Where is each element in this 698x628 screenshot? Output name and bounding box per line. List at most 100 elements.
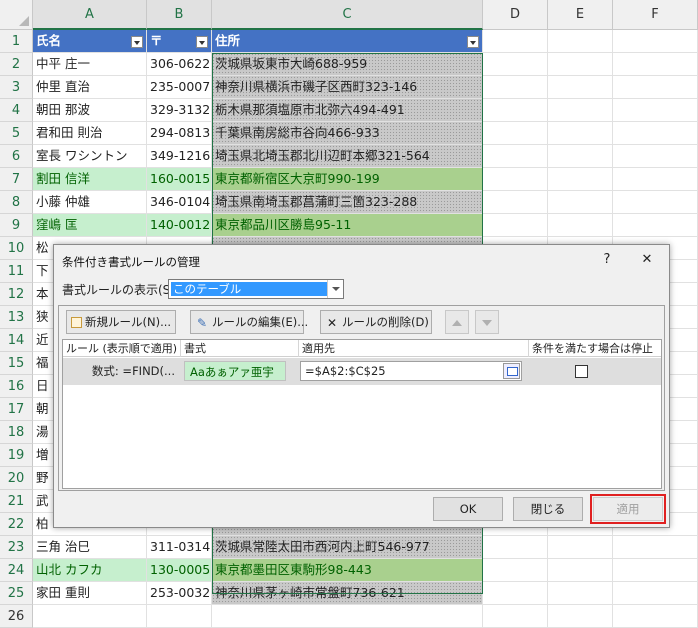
cell-a[interactable]: 三角 治巳 (33, 536, 147, 558)
cell-a[interactable]: 氏名 (33, 30, 147, 52)
cell-d[interactable] (483, 53, 548, 75)
move-down-button[interactable] (475, 310, 499, 334)
row-header[interactable]: 14 (0, 329, 33, 352)
filter-dropdown-icon[interactable] (131, 36, 143, 48)
cell-d[interactable] (483, 536, 548, 558)
column-header-f[interactable]: F (613, 0, 698, 30)
cell-a[interactable]: 家田 重則 (33, 582, 147, 604)
cell-c[interactable]: 茨城県坂東市大崎688-959 (212, 53, 483, 75)
cell-e[interactable] (548, 76, 613, 98)
cell-e[interactable] (548, 536, 613, 558)
cell-b[interactable]: 346-0104 (147, 191, 212, 213)
cell-e[interactable] (548, 559, 613, 581)
cell-b[interactable]: 235-0007 (147, 76, 212, 98)
cell-d[interactable] (483, 168, 548, 190)
edit-rule-button[interactable]: ✎ ルールの編集(E)... (190, 310, 308, 334)
row-header[interactable]: 6 (0, 145, 33, 168)
row-header[interactable]: 3 (0, 76, 33, 99)
cell-f[interactable] (613, 214, 698, 236)
close-button[interactable]: 閉じる (513, 497, 583, 521)
row-header[interactable]: 9 (0, 214, 33, 237)
column-header-e[interactable]: E (548, 0, 613, 30)
column-header-c[interactable]: C (212, 0, 483, 30)
rule-row[interactable]: 数式: =FIND(... Aaあぁアァ亜宇 =$A$2:$C$25 (63, 358, 661, 385)
cell-f[interactable] (613, 191, 698, 213)
cell-e[interactable] (548, 191, 613, 213)
cell-d[interactable] (483, 145, 548, 167)
cell-f[interactable] (613, 30, 698, 52)
cell-f[interactable] (613, 168, 698, 190)
cell-c[interactable]: 神奈川県横浜市磯子区西町323-146 (212, 76, 483, 98)
cell-e[interactable] (548, 145, 613, 167)
cell-b[interactable]: 306-0622 (147, 53, 212, 75)
row-header[interactable]: 19 (0, 444, 33, 467)
applies-to-input[interactable]: =$A$2:$C$25 (300, 361, 522, 381)
row-header[interactable]: 26 (0, 605, 33, 628)
cell-e[interactable] (548, 605, 613, 627)
cell-a[interactable] (33, 605, 147, 627)
cell-b[interactable]: 140-0012 (147, 214, 212, 236)
cell-e[interactable] (548, 214, 613, 236)
cell-a[interactable]: 中平 庄一 (33, 53, 147, 75)
cell-d[interactable] (483, 582, 548, 604)
cell-f[interactable] (613, 99, 698, 121)
move-up-button[interactable] (445, 310, 469, 334)
cell-b[interactable]: 329-3132 (147, 99, 212, 121)
cell-d[interactable] (483, 122, 548, 144)
cell-a[interactable]: 君和田 則治 (33, 122, 147, 144)
cell-e[interactable] (548, 99, 613, 121)
row-header[interactable]: 17 (0, 398, 33, 421)
help-button[interactable]: ? (592, 249, 622, 271)
cell-c[interactable]: 東京都品川区勝島95-11 (212, 214, 483, 236)
column-header-a[interactable]: A (33, 0, 147, 30)
cell-e[interactable] (548, 122, 613, 144)
row-header[interactable]: 5 (0, 122, 33, 145)
row-header[interactable]: 4 (0, 99, 33, 122)
cell-b[interactable]: 160-0015 (147, 168, 212, 190)
cell-b[interactable]: 130-0005 (147, 559, 212, 581)
row-header[interactable]: 18 (0, 421, 33, 444)
cell-e[interactable] (548, 168, 613, 190)
cell-b[interactable]: 311-0314 (147, 536, 212, 558)
cell-a[interactable]: 室長 ワシントン (33, 145, 147, 167)
cell-a[interactable]: 窪嶋 匡 (33, 214, 147, 236)
cell-f[interactable] (613, 536, 698, 558)
row-header[interactable]: 23 (0, 536, 33, 559)
cell-e[interactable] (548, 53, 613, 75)
row-header[interactable]: 16 (0, 375, 33, 398)
cell-d[interactable] (483, 30, 548, 52)
cell-f[interactable] (613, 559, 698, 581)
row-header[interactable]: 15 (0, 352, 33, 375)
row-header[interactable]: 24 (0, 559, 33, 582)
cell-f[interactable] (613, 122, 698, 144)
cell-f[interactable] (613, 582, 698, 604)
row-header[interactable]: 8 (0, 191, 33, 214)
cell-b[interactable]: 253-0032 (147, 582, 212, 604)
row-header[interactable]: 2 (0, 53, 33, 76)
cell-a[interactable]: 仲里 直治 (33, 76, 147, 98)
cell-c[interactable]: 東京都新宿区大京町990-199 (212, 168, 483, 190)
chevron-down-icon[interactable] (327, 280, 343, 298)
cell-c[interactable]: 千葉県南房総市谷向466-933 (212, 122, 483, 144)
range-picker-icon[interactable] (503, 363, 520, 379)
cell-c[interactable]: 埼玉県北埼玉郡北川辺町本郷321-564 (212, 145, 483, 167)
cell-c[interactable]: 東京都墨田区東駒形98-443 (212, 559, 483, 581)
cell-a[interactable]: 朝田 那波 (33, 99, 147, 121)
show-rules-dropdown[interactable]: このテーブル (168, 279, 344, 299)
cell-d[interactable] (483, 214, 548, 236)
cell-c[interactable]: 神奈川県茅ヶ崎市常盤町736-621 (212, 582, 483, 604)
cell-d[interactable] (483, 559, 548, 581)
cell-c[interactable] (212, 605, 483, 627)
ok-button[interactable]: OK (433, 497, 503, 521)
row-header[interactable]: 1 (0, 30, 33, 53)
cell-d[interactable] (483, 605, 548, 627)
cell-c[interactable]: 住所 (212, 30, 483, 52)
cell-d[interactable] (483, 76, 548, 98)
filter-dropdown-icon[interactable] (196, 36, 208, 48)
new-rule-button[interactable]: 新規ルール(N)... (66, 310, 176, 334)
row-header[interactable]: 25 (0, 582, 33, 605)
cell-f[interactable] (613, 76, 698, 98)
delete-rule-button[interactable]: ✕ ルールの削除(D) (320, 310, 432, 334)
column-header-b[interactable]: B (147, 0, 212, 30)
cell-f[interactable] (613, 605, 698, 627)
